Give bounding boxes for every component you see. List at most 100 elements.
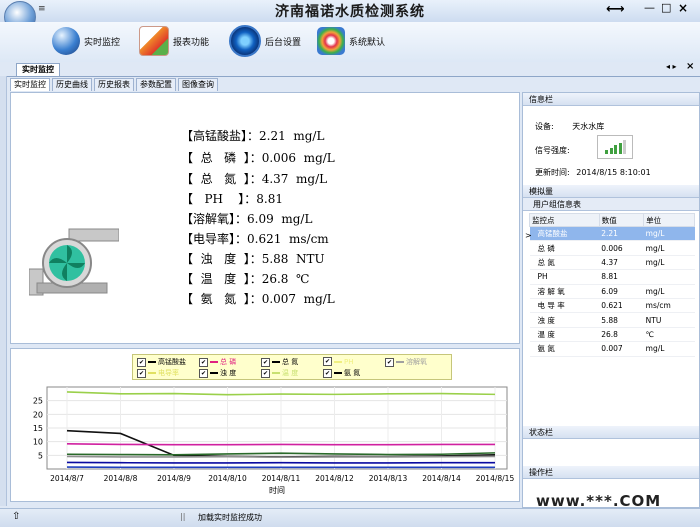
legend-item[interactable]: ✔ 溶解氧 (385, 357, 427, 367)
close-button[interactable]: × (678, 1, 688, 15)
tab-realtime[interactable]: 实时监控 (10, 78, 50, 91)
legend-checkbox[interactable]: ✔ (385, 358, 394, 367)
resize-arrows-icon[interactable]: ⟷ (606, 2, 625, 17)
status-message: 加载实时监控成功 (198, 512, 262, 523)
table-row[interactable]: 浊 度5.88NTU (530, 313, 695, 327)
update-row: 更新时间: 2014/8/15 8:10:01 (535, 167, 651, 178)
analog-header: 模拟量 (523, 185, 699, 198)
table-cell: NTU (644, 313, 695, 327)
monitor-globe-icon (52, 27, 80, 55)
legend-checkbox[interactable]: ✔ (199, 358, 208, 367)
signal-label: 信号强度: (535, 145, 570, 156)
y-tick-label: 15 (33, 424, 43, 433)
legend-item[interactable]: ✔浊 度 (199, 368, 236, 378)
legend-label: 高锰酸盐 (158, 357, 186, 367)
legend-checkbox[interactable]: ✔ (261, 369, 270, 378)
table-cell: 0.007 (599, 342, 643, 356)
x-tick-label: 2014/8/7 (50, 474, 84, 483)
col-header[interactable]: 数值 (599, 214, 643, 227)
table-cell: ℃ (644, 327, 695, 341)
up-arrow-icon[interactable]: ⇧ (12, 511, 20, 522)
realtime-monitor-button[interactable]: 实时监控 (52, 24, 120, 58)
table-cell: 4.37 (599, 255, 643, 269)
update-value: 2014/8/15 8:10:01 (576, 168, 650, 177)
table-header-row: 监控点 数值 单位 (530, 214, 695, 227)
table-row[interactable]: 高锰酸盐2.21mg/L (530, 227, 695, 241)
button-label: 报表功能 (173, 35, 209, 48)
legend-item[interactable]: ✔总 氮 (261, 357, 298, 367)
tab-history-report[interactable]: 历史报表 (94, 78, 134, 91)
legend-swatch (148, 361, 156, 363)
table-cell: 高锰酸盐 (530, 227, 600, 241)
tab-history-curve[interactable]: 历史曲线 (52, 78, 92, 91)
table-cell: 浊 度 (530, 313, 600, 327)
signal-bar (619, 143, 622, 154)
legend-swatch (272, 372, 280, 374)
legend-checkbox[interactable]: ✔ (137, 369, 146, 378)
backend-settings-button[interactable]: 后台设置 (229, 24, 301, 58)
legend-checkbox[interactable]: ✔ (199, 369, 208, 378)
legend-swatch (396, 361, 404, 363)
tab-scroll-arrows-icon[interactable]: ◂ ▸ (666, 62, 677, 71)
table-row[interactable]: 总 磷0.006mg/L (530, 241, 695, 255)
report-button[interactable]: 报表功能 (139, 24, 209, 58)
table-cell: mg/L (644, 241, 695, 255)
table-cell: 0.006 (599, 241, 643, 255)
report-icon (139, 26, 169, 56)
legend-item[interactable]: ✔温 度 (261, 368, 298, 378)
system-default-button[interactable]: 系统默认 (317, 24, 385, 58)
x-tick-label: 2014/8/8 (104, 474, 138, 483)
legend-swatch (272, 361, 280, 363)
table-row[interactable]: 温 度26.8℃ (530, 327, 695, 341)
table-row[interactable]: 溶 解 氧6.09mg/L (530, 284, 695, 298)
tab-parameter-config[interactable]: 参数配置 (136, 78, 176, 91)
table-row[interactable]: 总 氮4.37mg/L (530, 255, 695, 269)
table-cell: 0.621 (599, 298, 643, 312)
table-row[interactable]: 氨 氮0.007mg/L (530, 342, 695, 356)
signal-bar (623, 140, 626, 154)
update-label: 更新时间: (535, 168, 570, 177)
x-tick-label: 2014/8/9 (157, 474, 191, 483)
x-tick-label: 2014/8/12 (315, 474, 354, 483)
legend-item[interactable]: ✔PH (323, 357, 354, 366)
table-cell: 26.8 (599, 327, 643, 341)
table-title: 用户组信息表 (523, 198, 699, 211)
table-row[interactable]: 电 导 率0.621ms/cm (530, 298, 695, 312)
sub-tab-bar: 实时监控 历史曲线 历史报表 参数配置 图像查询 (10, 78, 220, 92)
table-cell: PH (530, 270, 600, 284)
device-label: 设备: (535, 122, 554, 131)
table-row[interactable]: PH8.81 (530, 270, 695, 284)
legend-checkbox[interactable]: ✔ (323, 369, 332, 378)
pump-icon (29, 221, 119, 301)
legend-label: 溶解氧 (406, 357, 427, 367)
maximize-button[interactable]: □ (661, 1, 671, 14)
legend-item[interactable]: ✔总 磷 (199, 357, 236, 367)
reading-total-phosphorus: 【 总 磷 】：0.006 mg/L (181, 149, 335, 166)
tab-close-icon[interactable]: × (686, 61, 694, 72)
table-cell: 氨 氮 (530, 342, 600, 356)
readings-panel: 【高锰酸盐】：2.21 mg/L 【 总 磷 】：0.006 mg/L 【 总 … (10, 92, 520, 344)
legend-item[interactable]: ✔电导率 (137, 368, 179, 378)
device-row: 设备: 天水水库 (535, 121, 604, 132)
x-axis-label: 时间 (269, 485, 285, 495)
signal-bar (605, 150, 608, 154)
row-selected-marker: > (525, 231, 532, 240)
legend-checkbox[interactable]: ✔ (137, 358, 146, 367)
series-line (67, 462, 495, 463)
side-splitter[interactable] (0, 76, 7, 506)
legend-item[interactable]: ✔ 高锰酸盐 (137, 357, 186, 367)
x-tick-label: 2014/8/10 (208, 474, 247, 483)
table-cell: 电 导 率 (530, 298, 600, 312)
col-header[interactable]: 监控点 (530, 214, 600, 227)
legend-checkbox[interactable]: ✔ (323, 357, 332, 366)
table-cell: 6.09 (599, 284, 643, 298)
history-chart: 5101520252014/8/72014/8/82014/8/92014/8/… (10, 348, 520, 502)
tab-realtime-monitor[interactable]: 实时监控 (16, 63, 60, 76)
minimize-button[interactable]: — (644, 1, 655, 14)
legend-item[interactable]: ✔氨 氮 (323, 368, 360, 378)
legend-checkbox[interactable]: ✔ (261, 358, 270, 367)
reading-dissolved-oxygen: 【溶解氧】：6.09 mg/L (181, 210, 312, 227)
table-cell: mg/L (644, 227, 695, 241)
col-header[interactable]: 单位 (644, 214, 695, 227)
tab-image-query[interactable]: 图像查询 (178, 78, 218, 91)
